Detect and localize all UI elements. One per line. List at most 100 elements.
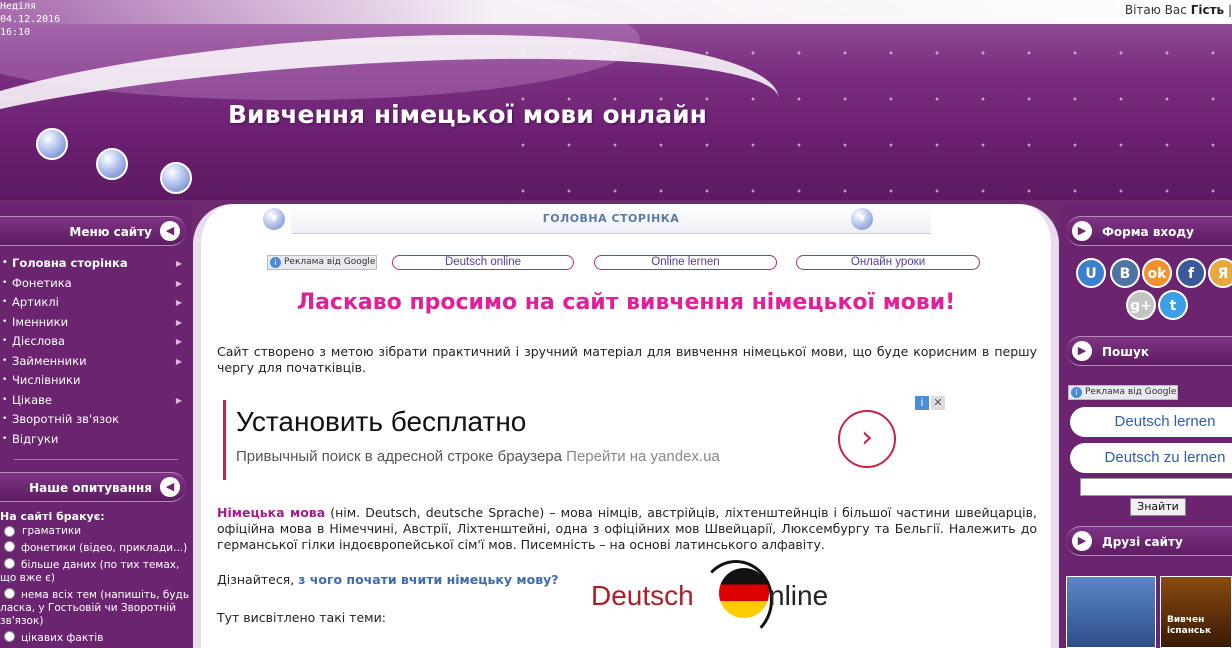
poll-option[interactable]: фонетики (відео, приклади...): [0, 540, 192, 555]
bullet-icon: •: [2, 433, 8, 444]
tab-bar: ▼ ГОЛОВНА СТОРІНКА ▼: [263, 204, 931, 234]
poll-options: граматики фонетики (відео, приклади...) бі…: [0, 525, 192, 645]
ad-link[interactable]: Deutsch online: [392, 255, 574, 270]
bullet-icon: •: [2, 414, 8, 424]
date: 04.12.2016: [0, 14, 61, 25]
welcome-separator: |: [1227, 3, 1232, 17]
friend-banner-text: Вивчен іспанськ: [1167, 615, 1212, 636]
poll-option[interactable]: цікавих фактів: [0, 630, 192, 645]
chevron-right-icon: ▶: [175, 278, 182, 288]
about-description: (нім. Deutsch, deutsche Sprache) – мова …: [217, 505, 1037, 552]
poll-option-label: більше даних (по тих темах, що вже є): [0, 559, 180, 584]
poll-question: На сайті бракує:: [0, 510, 105, 523]
about-term[interactable]: Німецька мова: [217, 505, 325, 520]
about-text: Німецька мова (нім. Deutsch, deutsche Sp…: [217, 505, 1037, 553]
search-button[interactable]: Знайти: [1130, 498, 1186, 516]
poll-option[interactable]: нема всіх тем (напишіть, будь ласка, у Г…: [0, 587, 192, 628]
yandex-ad[interactable]: Установить бесплатно Привычный поиск в а…: [223, 400, 953, 480]
info-icon: i: [1071, 387, 1082, 398]
google-ads-label[interactable]: i Реклама від Google: [267, 255, 377, 270]
bullet-icon: •: [2, 297, 8, 307]
sidebar-item[interactable]: • Займенники ▶: [0, 352, 192, 372]
menu-block-header: Меню сайту ◀: [0, 216, 186, 246]
intro-text: Сайт створено з метою зібрати практичний…: [217, 344, 1037, 375]
expand-icon[interactable]: ▶: [1072, 341, 1092, 361]
sidebar-item[interactable]: • Цікаве ▶: [0, 391, 192, 411]
ad-subtitle-text: Привычный поиск в адресной строке браузе…: [236, 448, 562, 465]
left-sidebar: Меню сайту ◀ • Головна сторінка ▶ • Фонетика…: [0, 204, 192, 648]
sidebar-item[interactable]: • Відгуки: [0, 430, 192, 450]
ad-links-bar: i Реклама від Google Deutsch online Onli…: [201, 255, 1051, 273]
deutsch-online-logo: Deutsch nline: [591, 560, 851, 648]
header-top-bar: [0, 0, 1232, 24]
radio-button[interactable]: [4, 588, 15, 599]
sidebar-item[interactable]: • Головна сторінка ▶: [0, 254, 192, 274]
tab-home[interactable]: ГОЛОВНА СТОРІНКА: [291, 212, 931, 225]
vk-icon[interactable]: B: [1110, 258, 1140, 288]
page-heading: Ласкаво просимо на сайт вивчення німецьк…: [296, 290, 956, 315]
bullet-icon: •: [2, 336, 8, 346]
sidebar-item-label: Зворотній зв'язок: [12, 412, 120, 426]
expand-icon[interactable]: ▶: [1072, 531, 1092, 551]
divider: [14, 459, 178, 460]
sidebar-item[interactable]: • Числівники: [0, 371, 192, 391]
poll-option-label: граматики: [22, 525, 82, 537]
ad-link[interactable]: Онлайн уроки: [796, 255, 980, 270]
date-time: Неділя 04.12.2016 16:10: [0, 0, 60, 39]
search-block-header: ▶ Пошук: [1066, 336, 1232, 366]
radio-button[interactable]: [4, 558, 15, 569]
poll-option-label: нема всіх тем (напишіть, будь ласка, у Г…: [0, 589, 190, 627]
odnoklassniki-icon[interactable]: ok: [1142, 258, 1172, 288]
chevron-down-icon: ▼: [851, 208, 873, 230]
friends-block-header: ▶ Друзі сайту: [1066, 526, 1232, 556]
german-flag-icon: [719, 568, 769, 618]
radio-button[interactable]: [4, 526, 15, 537]
sidebar-item-label: Числівники: [12, 373, 81, 387]
friends-title: Друзі сайту: [1102, 535, 1183, 549]
google-ads-label[interactable]: i Реклама від Google: [1068, 385, 1178, 400]
logo-text-left: Deutsch: [591, 580, 694, 611]
sidebar-item[interactable]: • Зворотній зв'язок: [0, 410, 192, 430]
collapse-icon[interactable]: ◀: [160, 221, 180, 241]
sidebar-item-label: Цікаве: [12, 392, 52, 407]
radio-button[interactable]: [4, 541, 15, 552]
ad-title[interactable]: Установить бесплатно: [236, 406, 526, 438]
poll-block-header: Наше опитування ◀: [0, 472, 186, 502]
collapse-icon[interactable]: ◀: [160, 477, 180, 497]
chevron-right-icon: ▶: [175, 317, 182, 327]
sidebar-item-label: Відгуки: [12, 431, 59, 446]
time: 16:10: [0, 27, 31, 38]
sidebar-item-label: Іменники: [12, 314, 69, 329]
friend-banner[interactable]: [1066, 576, 1156, 648]
sidebar-item[interactable]: • Артиклі ▶: [0, 293, 192, 313]
ad-arrow-button[interactable]: ›: [838, 410, 896, 468]
facebook-icon[interactable]: f: [1176, 258, 1206, 288]
menu-title: Меню сайту: [69, 225, 152, 239]
google-ads-text: Реклама від Google: [284, 257, 376, 267]
ad-subtitle: Привычный поиск в адресной строке браузе…: [236, 448, 720, 465]
ad-link[interactable]: Deutsch lernen: [1070, 407, 1232, 437]
sidebar-item-label: Фонетика: [12, 275, 72, 290]
sidebar-item[interactable]: • Фонетика ▶: [0, 274, 192, 294]
radio-button[interactable]: [4, 631, 15, 642]
friend-banner[interactable]: Вивчен іспанськ: [1160, 576, 1232, 648]
day-name: Неділя: [0, 1, 37, 12]
learn-link[interactable]: з чого почати вчити німецьку мову?: [298, 572, 558, 587]
uid-icon[interactable]: U: [1076, 258, 1106, 288]
google-plus-icon[interactable]: g+: [1126, 290, 1156, 320]
sidebar-item[interactable]: • Дієслова ▶: [0, 332, 192, 352]
sidebar-item[interactable]: • Іменники ▶: [0, 313, 192, 333]
ad-link[interactable]: Online lernen: [594, 255, 777, 270]
expand-icon[interactable]: ▶: [1072, 221, 1092, 241]
site-menu: • Головна сторінка ▶ • Фонетика ▶ • Артиклі ▶ • Ім…: [0, 254, 192, 449]
sidebar-item-label: Дієслова: [12, 334, 66, 348]
ad-link[interactable]: Deutsch zu lernen: [1070, 443, 1232, 473]
google-ads-text: Реклама від Google: [1085, 387, 1177, 397]
poll-option[interactable]: більше даних (по тих темах, що вже є): [0, 557, 192, 585]
search-input[interactable]: [1080, 478, 1232, 496]
twitter-icon[interactable]: t: [1158, 290, 1188, 320]
ad-link[interactable]: Перейти на yandex.ua: [566, 448, 720, 465]
yandex-icon[interactable]: Я: [1208, 258, 1232, 288]
welcome-user: Гість: [1190, 3, 1225, 17]
poll-option[interactable]: граматики: [0, 525, 192, 538]
